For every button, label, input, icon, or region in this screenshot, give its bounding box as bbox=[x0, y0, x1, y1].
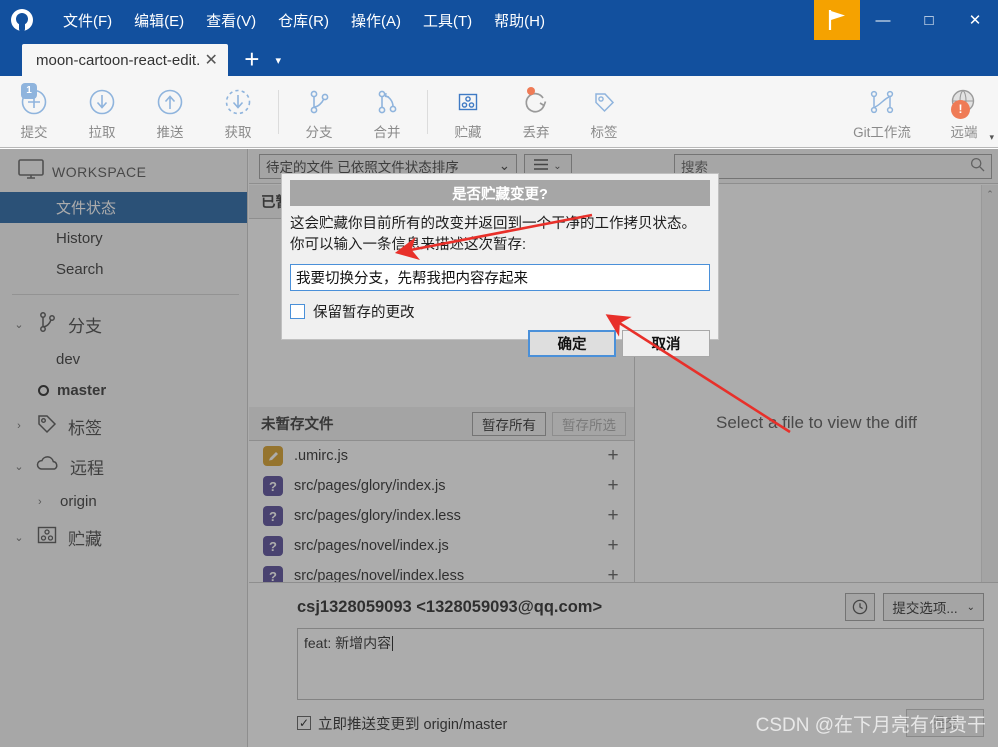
stash-box-icon bbox=[453, 85, 483, 119]
tab-label: moon-cartoon-react-edit. bbox=[36, 51, 201, 69]
close-icon[interactable]: ✕ bbox=[202, 50, 220, 70]
menu-view[interactable]: 查看(V) bbox=[195, 5, 267, 36]
application-window: 文件(F) 编辑(E) 查看(V) 仓库(R) 操作(A) 工具(T) 帮助(H… bbox=[0, 0, 998, 747]
toolbar-gitflow-label: Git工作流 bbox=[853, 124, 911, 140]
stash-message-value: 我要切换分支，先帮我把内容存起来 bbox=[296, 271, 528, 288]
keep-staged-checkbox[interactable] bbox=[290, 304, 305, 320]
stash-message-input[interactable]: 我要切换分支，先帮我把内容存起来 bbox=[290, 264, 710, 292]
flag-icon-button[interactable] bbox=[814, 0, 860, 40]
toolbar-gitflow-button[interactable]: Git工作流 bbox=[834, 79, 930, 145]
discard-refresh-icon bbox=[521, 85, 551, 119]
toolbar-tag-button[interactable]: 标签 bbox=[570, 79, 638, 145]
toolbar-stash-button[interactable]: 贮藏 bbox=[434, 79, 502, 145]
pull-down-arrow-icon bbox=[87, 85, 117, 119]
push-up-arrow-icon bbox=[155, 85, 185, 119]
toolbar-merge-button[interactable]: 合并 bbox=[353, 79, 421, 145]
toolbar-divider-2 bbox=[427, 89, 428, 134]
toolbar-overflow-icon[interactable]: ▾ bbox=[989, 132, 994, 143]
dialog-title: 是否贮藏变更? bbox=[290, 180, 710, 206]
keep-staged-label: 保留暂存的更改 bbox=[313, 305, 415, 322]
new-tab-button[interactable]: + bbox=[244, 46, 259, 76]
toolbar-stash-label: 贮藏 bbox=[454, 124, 482, 140]
toolbar-remote-label: 远端 bbox=[950, 124, 978, 140]
toolbar-pull-button[interactable]: 拉取 bbox=[68, 79, 136, 145]
tag-icon bbox=[589, 85, 619, 119]
confirm-button[interactable]: 确定 bbox=[528, 330, 616, 358]
menu-edit[interactable]: 编辑(E) bbox=[123, 5, 195, 36]
toolbar-discard-button[interactable]: 丢弃 bbox=[502, 79, 570, 145]
menu-help[interactable]: 帮助(H) bbox=[483, 5, 556, 36]
menu-repository[interactable]: 仓库(R) bbox=[267, 5, 340, 36]
remote-alert-badge: ! bbox=[951, 99, 970, 119]
title-bar: 文件(F) 编辑(E) 查看(V) 仓库(R) 操作(A) 工具(T) 帮助(H… bbox=[0, 0, 998, 40]
menu-actions[interactable]: 操作(A) bbox=[340, 5, 412, 36]
fetch-dashed-arrow-icon bbox=[223, 85, 253, 119]
gitflow-icon bbox=[865, 85, 899, 119]
menu-bar: 文件(F) 编辑(E) 查看(V) 仓库(R) 操作(A) 工具(T) 帮助(H… bbox=[52, 5, 556, 36]
merge-icon bbox=[372, 85, 402, 119]
toolbar-push-label: 推送 bbox=[156, 124, 184, 140]
toolbar-fetch-label: 获取 bbox=[224, 124, 252, 140]
menu-tools[interactable]: 工具(T) bbox=[412, 5, 483, 36]
toolbar-merge-label: 合并 bbox=[373, 124, 401, 140]
maximize-button[interactable]: □ bbox=[906, 0, 952, 40]
toolbar-commit-button[interactable]: 1 提交 bbox=[0, 79, 68, 145]
discard-alert-dot bbox=[527, 86, 535, 95]
close-button[interactable]: ✕ bbox=[952, 0, 998, 40]
dialog-body-text: 这会贮藏你目前所有的改变并返回到一个干净的工作拷贝状态。你可以输入一条信息来描述… bbox=[290, 216, 696, 254]
minimize-button[interactable]: — bbox=[860, 0, 906, 40]
commit-count-badge: 1 bbox=[21, 82, 37, 99]
toolbar-branch-label: 分支 bbox=[305, 124, 333, 140]
toolbar-left-group: 1 提交 拉取 推送 获取 分支 合并 贮藏 丢弃 标签 bbox=[0, 79, 638, 145]
toolbar-remote-button[interactable]: ! 远端 bbox=[930, 79, 998, 145]
toolbar-branch-button[interactable]: 分支 bbox=[285, 79, 353, 145]
toolbar-fetch-button[interactable]: 获取 bbox=[204, 79, 272, 145]
toolbar-pull-label: 拉取 bbox=[88, 124, 116, 140]
tab-bar: moon-cartoon-react-edit. ✕ + ▾ bbox=[0, 40, 998, 76]
tab-repository[interactable]: moon-cartoon-react-edit. ✕ bbox=[22, 44, 229, 76]
toolbar-tag-label: 标签 bbox=[590, 124, 618, 140]
globe-icon: ! bbox=[948, 85, 980, 119]
toolbar: 1 提交 拉取 推送 获取 分支 合并 贮藏 丢弃 标签 Git工作流 ! 远端… bbox=[0, 76, 998, 148]
stash-confirm-dialog: 是否贮藏变更? 这会贮藏你目前所有的改变并返回到一个干净的工作拷贝状态。你可以输… bbox=[281, 173, 719, 358]
toolbar-push-button[interactable]: 推送 bbox=[136, 79, 204, 145]
toolbar-commit-label: 提交 bbox=[20, 124, 48, 140]
chevron-down-icon[interactable]: ▾ bbox=[275, 54, 281, 76]
commit-plus-icon: 1 bbox=[19, 82, 49, 119]
app-logo-icon bbox=[0, 0, 44, 40]
watermark: CSDN @在下月亮有何贵干 bbox=[755, 715, 986, 736]
toolbar-right-group: Git工作流 ! 远端 bbox=[834, 79, 998, 145]
toolbar-discard-label: 丢弃 bbox=[522, 124, 550, 140]
branch-icon bbox=[304, 85, 334, 119]
toolbar-divider bbox=[278, 89, 279, 134]
keep-staged-checkbox-row[interactable]: 保留暂存的更改 bbox=[290, 301, 710, 322]
cancel-button[interactable]: 取消 bbox=[622, 330, 710, 358]
menu-file[interactable]: 文件(F) bbox=[52, 5, 123, 36]
dialog-buttons: 确定 取消 bbox=[290, 330, 710, 358]
